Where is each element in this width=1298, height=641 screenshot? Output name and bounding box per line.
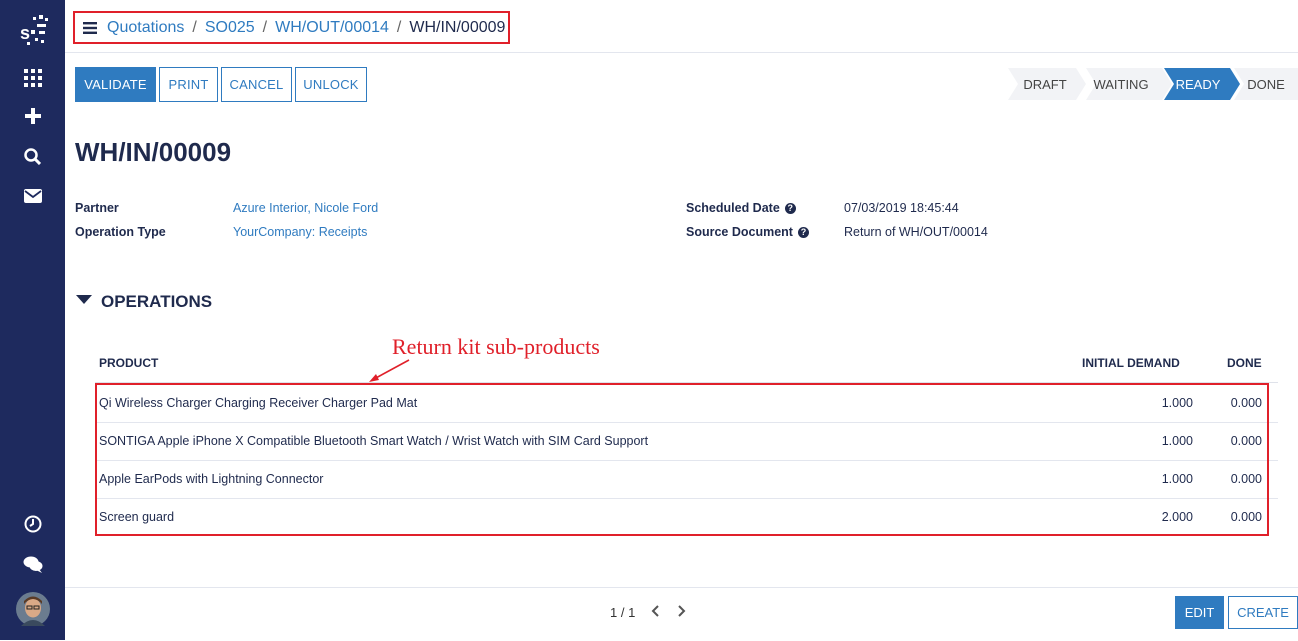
operations-section-toggle[interactable]: OPERATIONS bbox=[76, 292, 212, 312]
search-icon[interactable] bbox=[0, 146, 65, 166]
breadcrumb-separator: / bbox=[192, 18, 197, 36]
edit-button[interactable]: EDIT bbox=[1175, 596, 1224, 629]
help-icon[interactable]: ? bbox=[797, 227, 809, 238]
breadcrumb-separator: / bbox=[262, 18, 268, 36]
partner-label: Partner bbox=[75, 201, 119, 215]
column-header-product[interactable]: PRODUCT bbox=[99, 356, 158, 370]
next-page-icon[interactable] bbox=[677, 604, 687, 623]
breadcrumb-quotations[interactable]: Quotations bbox=[107, 19, 184, 37]
source-document-label: Source Document? bbox=[686, 225, 809, 239]
apps-grid-icon[interactable] bbox=[0, 68, 65, 88]
previous-page-icon[interactable] bbox=[650, 604, 660, 623]
annotation-label: Return kit sub-products bbox=[392, 334, 600, 359]
breadcrumb: Quotations / SO025 / WH/OUT/00014 / WH/I… bbox=[73, 11, 510, 44]
menu-icon[interactable] bbox=[83, 21, 97, 34]
annotation-arrow-icon bbox=[369, 359, 410, 382]
validate-button[interactable]: VALIDATE bbox=[75, 67, 156, 102]
mail-icon[interactable] bbox=[0, 186, 65, 206]
caret-down-icon bbox=[76, 295, 92, 304]
record-title: WH/IN/00009 bbox=[75, 137, 232, 167]
scheduled-date-value: 07/03/2019 18:45:44 bbox=[844, 201, 959, 215]
column-header-initial-demand[interactable]: INITIAL DEMAND bbox=[1082, 356, 1180, 370]
unlock-button[interactable]: UNLOCK bbox=[295, 67, 367, 102]
create-button[interactable]: CREATE bbox=[1228, 596, 1298, 629]
status-waiting[interactable]: WAITING bbox=[1088, 68, 1154, 100]
svg-text:s: s bbox=[20, 23, 30, 43]
source-document-value: Return of WH/OUT/00014 bbox=[844, 225, 988, 239]
breadcrumb-sale-order[interactable]: SO025 bbox=[205, 19, 255, 37]
print-button[interactable]: PRINT bbox=[159, 67, 218, 102]
help-icon[interactable]: ? bbox=[784, 203, 796, 214]
breadcrumb-delivery[interactable]: WH/OUT/00014 bbox=[275, 19, 389, 37]
partner-value[interactable]: Azure Interior, Nicole Ford bbox=[233, 201, 378, 215]
chat-icon[interactable] bbox=[0, 554, 65, 574]
top-bar: Quotations / SO025 / WH/OUT/00014 / WH/I… bbox=[65, 0, 1298, 53]
cancel-button[interactable]: CANCEL bbox=[221, 67, 292, 102]
operation-type-label: Operation Type bbox=[75, 225, 166, 239]
status-draft[interactable]: DRAFT bbox=[1015, 68, 1075, 100]
avatar[interactable] bbox=[0, 592, 65, 626]
status-ready[interactable]: READY bbox=[1170, 68, 1226, 100]
pager-value[interactable]: 1 / 1 bbox=[610, 605, 635, 620]
operations-title: OPERATIONS bbox=[101, 292, 213, 311]
breadcrumb-separator: / bbox=[396, 18, 402, 36]
column-header-done[interactable]: DONE bbox=[1227, 356, 1262, 370]
scheduled-date-label: Scheduled Date? bbox=[686, 201, 796, 215]
operation-type-value[interactable]: YourCompany: Receipts bbox=[233, 225, 367, 239]
clock-icon[interactable] bbox=[0, 514, 65, 534]
app-logo-icon[interactable]: s bbox=[0, 14, 65, 48]
breadcrumb-current: WH/IN/00009 bbox=[409, 18, 506, 36]
status-done[interactable]: DONE bbox=[1240, 68, 1292, 100]
plus-icon[interactable] bbox=[0, 106, 65, 126]
app-sidebar: s bbox=[0, 0, 65, 640]
annotation-highlight-box bbox=[95, 383, 1269, 536]
